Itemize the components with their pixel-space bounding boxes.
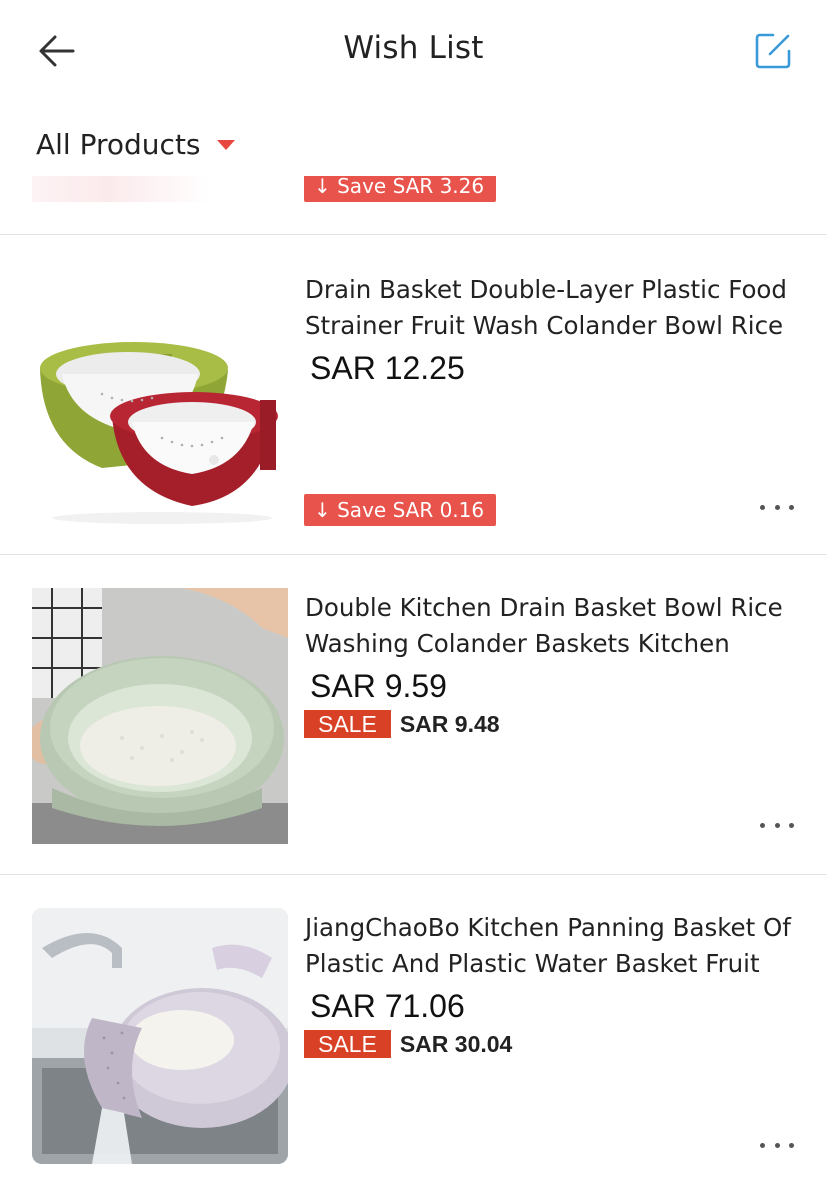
save-badge: ↓ Save SAR 0.16 [304,494,497,526]
divider [0,874,827,875]
divider [0,554,827,555]
sale-row: SALE SAR 30.04 [304,1030,512,1058]
list-item[interactable]: JiangChaoBo Kitchen Panning Basket Of Pl… [0,876,827,1194]
sale-row: SALE SAR 9.48 [304,710,500,738]
filter-label: All Products [36,127,201,161]
caret-down-icon [216,140,235,150]
product-price: SAR 9.59 [310,668,447,704]
product-name[interactable]: Drain Basket Double-Layer Plastic Food S… [305,272,805,344]
divider [0,234,827,235]
product-price: SAR 71.06 [310,988,465,1024]
product-filter-dropdown[interactable]: All Products [36,122,235,166]
app-header: Wish List [0,0,827,100]
more-options-icon[interactable] [760,1136,794,1154]
product-name[interactable]: Double Kitchen Drain Basket Bowl Rice Wa… [305,590,805,662]
product-image[interactable] [32,908,288,1164]
list-item[interactable]: Drain Basket Double-Layer Plastic Food S… [0,238,827,556]
save-badge: ↓ Save SAR 3.26 [304,176,497,202]
page-title: Wish List [343,30,484,66]
more-options-icon[interactable] [760,816,794,834]
list-item[interactable]: Double Kitchen Drain Basket Bowl Rice Wa… [0,556,827,874]
product-name[interactable]: JiangChaoBo Kitchen Panning Basket Of Pl… [305,910,805,982]
sale-badge: SALE [304,1030,391,1058]
sale-badge: SALE [304,710,391,738]
product-image[interactable] [32,588,288,844]
more-options-icon[interactable] [760,498,794,516]
list-item-partial[interactable]: ↓ Save SAR 3.26 [0,176,827,234]
sale-price: SAR 30.04 [399,1030,513,1057]
product-image [32,176,288,202]
sale-price: SAR 9.48 [399,710,500,737]
edit-icon[interactable] [752,30,794,72]
product-image[interactable] [32,270,288,526]
product-price: SAR 12.25 [310,350,465,386]
